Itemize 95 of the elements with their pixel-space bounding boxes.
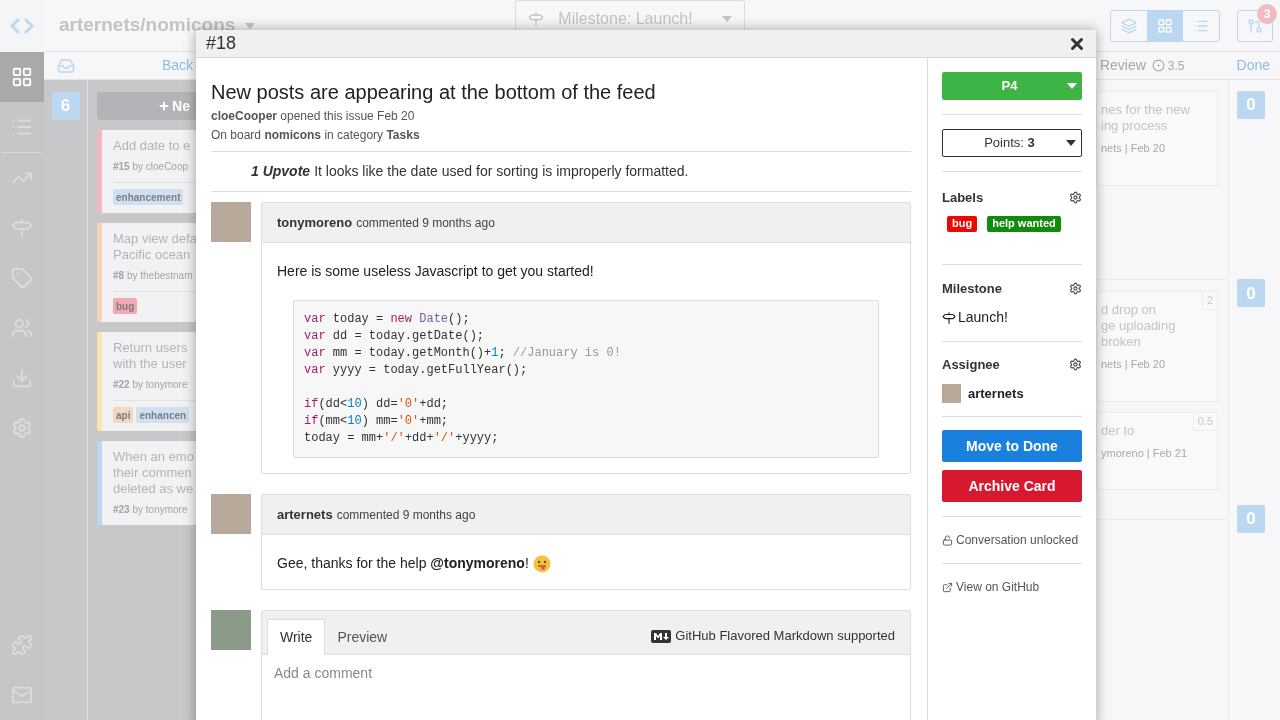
editor-tab[interactable]: Write <box>267 619 326 655</box>
github-link[interactable]: View on GitHub <box>956 578 1040 596</box>
move-button[interactable]: Move to Done <box>942 430 1082 462</box>
card-title: Pacific ocean <box>113 247 192 263</box>
card-meta: nets | Feb 20 <box>1101 357 1166 372</box>
card-meta: #15 by cloeCoop <box>113 160 190 174</box>
issue-card[interactable]: When an emo their commen deleted as we #23 by tonymore <box>97 441 196 525</box>
comment-text: Here is some useless Javascript to get you started! <box>277 262 594 281</box>
code-line: if(mm<10) mm='0'+mm; <box>304 413 450 430</box>
section-title: Assignee <box>942 356 1000 374</box>
code-line: var yyyy = today.getFullYear(); <box>304 362 529 379</box>
card-meta: ymoreno | Feb 21 <box>1101 445 1188 461</box>
comment-editor[interactable]: Write Preview GitHub Flavored Markdown supported Add a comment <box>261 610 911 720</box>
editor-tab[interactable]: Preview <box>325 619 400 655</box>
cards-icon <box>1121 17 1137 34</box>
issue-title: New posts are appearing at the bottom of the feed <box>211 80 657 104</box>
card-meta: #23 by tonymore <box>113 503 189 517</box>
external-link-icon <box>942 581 953 593</box>
column-header: Done <box>1236 56 1270 75</box>
card-title: with the user <box>113 356 188 372</box>
section-title: Milestone <box>942 279 1002 298</box>
issue-meta: On board nomicons in category Tasks <box>211 127 421 144</box>
conversation-status: Conversation unlocked <box>956 532 1079 549</box>
code-line: today = mm+'/'+dd+'/'+yyyy; <box>304 430 500 447</box>
count-badge: 0 <box>1237 91 1265 119</box>
card-title: Add date to e <box>113 138 192 154</box>
label-tag: bug <box>947 215 978 232</box>
column-points: 3.5 <box>1167 57 1185 75</box>
milestone-name: Launch! <box>958 308 1008 327</box>
new-card-button[interactable]: Ne <box>97 92 196 120</box>
count-badge: 0 <box>1237 505 1265 534</box>
markdown-note: GitHub Flavored Markdown supported <box>675 627 895 646</box>
code-line: if(dd<10) dd='0'+dd; <box>304 396 450 413</box>
plus-icon <box>158 100 171 112</box>
card-title: their commen <box>113 465 193 481</box>
inbox-icon <box>57 56 75 75</box>
avatar-photo <box>211 610 251 650</box>
markdown-icon <box>651 629 672 643</box>
signpost-icon <box>942 310 956 325</box>
comment-input[interactable]: Add a comment <box>262 655 910 720</box>
upvote-count[interactable]: 1 Upvote <box>251 161 311 182</box>
avatar-photo <box>942 383 961 403</box>
comment-author[interactable]: tonymoreno <box>277 212 353 233</box>
archive-button[interactable]: Archive Card <box>942 470 1082 502</box>
view-toggle-button[interactable] <box>1147 10 1183 41</box>
count-badge: 6 <box>51 92 80 120</box>
issue-card[interactable]: Add date to e #15 by cloeCoop enhancement <box>97 130 196 213</box>
grid-icon <box>11 66 33 88</box>
nav-item[interactable] <box>0 52 44 102</box>
count-badge: 0 <box>1237 279 1265 308</box>
avatar-photo <box>211 202 251 242</box>
card-meta: nets | Feb 20 <box>1101 141 1166 156</box>
caret-icon <box>722 15 733 22</box>
avatar-photo <box>211 494 251 534</box>
points-dropdown[interactable]: Points: 3 <box>942 129 1082 157</box>
unlocked-icon <box>942 534 953 546</box>
logo-icon[interactable] <box>9 17 35 35</box>
settings-icon[interactable] <box>1069 358 1082 372</box>
code-line: var dd = today.getDate(); <box>304 328 486 345</box>
card-tag: api <box>113 407 134 423</box>
card-title: Return users <box>113 340 189 356</box>
comment-text: Gee, thanks for the help @tonymoreno! <box>277 554 529 573</box>
column-header: Review <box>1099 56 1146 75</box>
column-header: Back <box>162 56 194 75</box>
card-tag: bug <box>113 298 138 314</box>
label-tag: help wanted <box>987 215 1061 232</box>
caret-icon <box>1067 83 1077 89</box>
issue-card[interactable]: Map view defa Pacific ocean #8 by thebestnam bug <box>97 223 196 322</box>
assignee-name: arternets <box>968 384 1024 403</box>
card-title: Map view defa <box>113 231 196 247</box>
comment-time: commented 9 months ago <box>356 214 495 232</box>
points-icon <box>1151 59 1165 72</box>
settings-icon[interactable] <box>1069 191 1082 205</box>
pull-request-icon <box>1247 17 1263 34</box>
caret-icon <box>1066 140 1076 146</box>
issue-number: #18 <box>206 32 237 55</box>
issue-description: It looks like the date used for sorting is improperly formatted. <box>314 162 689 181</box>
card-title: When an emo <box>113 449 195 465</box>
code-line: var mm = today.getMonth()+1; //January is 0! <box>304 345 622 362</box>
notification-badge: 3 <box>1257 3 1277 24</box>
priority-dropdown[interactable]: P4 <box>942 72 1082 100</box>
code-line: var today = new Date(); <box>304 311 471 328</box>
signpost-icon <box>528 10 545 27</box>
issue-card[interactable]: Return users with the user #22 by tonymore api enhancen <box>97 332 196 431</box>
card-tag: enhancement <box>113 189 184 205</box>
grid-icon <box>1157 17 1173 34</box>
card-title: deleted as we <box>113 481 195 497</box>
settings-icon[interactable] <box>1069 281 1082 295</box>
card-meta: #8 by thebestnam <box>113 269 194 283</box>
card-tag: enhancen <box>136 407 190 423</box>
comment-author[interactable]: arternets <box>277 504 333 525</box>
comment-time: commented 9 months ago <box>336 506 476 524</box>
card-meta: #22 by tonymore <box>113 378 189 392</box>
section-title: Labels <box>942 189 984 207</box>
issue-meta: cloeCooper opened this issue Feb 20 <box>211 108 416 125</box>
